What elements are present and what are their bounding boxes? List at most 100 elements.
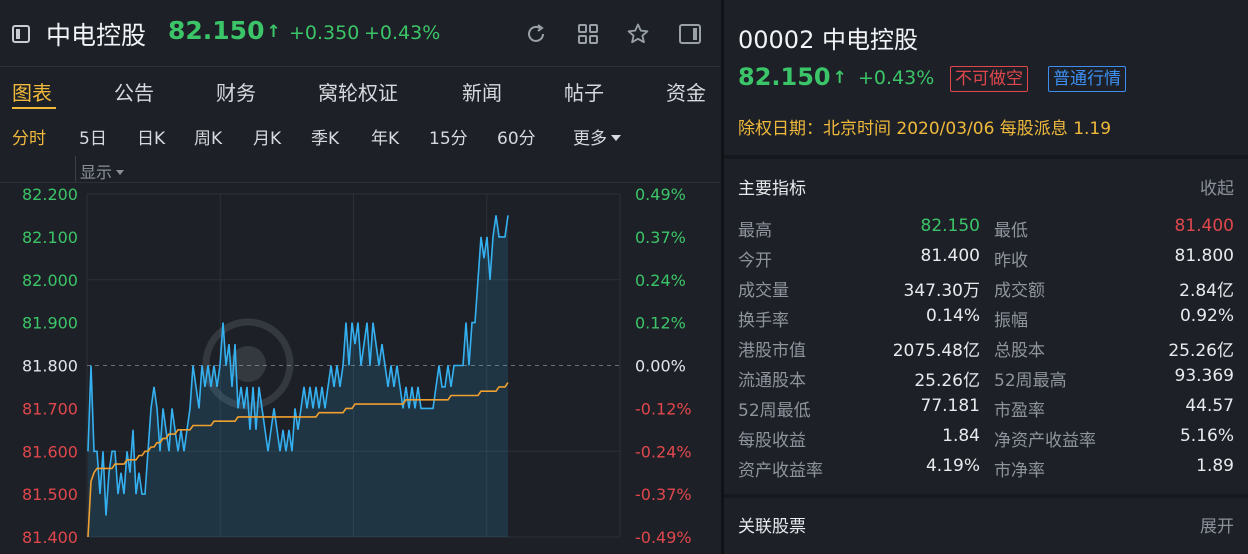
up-arrow-icon: ↑: [266, 22, 281, 42]
period-more-dropdown[interactable]: 更多: [573, 124, 621, 149]
metric-label: 52周最高: [994, 371, 1067, 391]
stock-code-name: 00002 中电控股: [738, 26, 918, 54]
period-intraday[interactable]: 分时: [12, 124, 46, 149]
section-tabs: 图表 公告 财务 窝轮权证 新闻 帖子 资金: [0, 66, 720, 114]
metric-label: 市净率: [994, 461, 1045, 481]
percent-tick-label: 0.00%: [635, 357, 686, 376]
quote-change-pct: +0.43%: [858, 67, 935, 89]
price-change-pct: +0.43%: [364, 22, 441, 44]
metric-label: 港股市值: [738, 341, 806, 361]
percent-tick-label: 0.49%: [635, 185, 686, 204]
metric-value: 1.84: [942, 426, 980, 446]
display-dropdown[interactable]: 显示: [80, 159, 125, 183]
metric-value: 4.19%: [925, 456, 980, 476]
percent-tick-label: -0.12%: [635, 399, 692, 418]
period-selector: 分时 5日 日K 周K 月K 季K 年K 15分 60分 更多: [0, 114, 720, 156]
metric-label: 振幅: [994, 311, 1028, 331]
tab-financials[interactable]: 财务: [216, 77, 256, 106]
metric-label: 成交量: [738, 281, 789, 301]
metric-value: 2.84亿: [1179, 281, 1234, 301]
tab-chart[interactable]: 图表: [12, 77, 52, 106]
price-tick-label: 82.200: [22, 185, 78, 204]
period-yearly[interactable]: 年K: [371, 124, 399, 149]
ex-dividend-notice: 除权日期：北京时间 2020/03/06 每股派息 1.19: [738, 119, 1112, 139]
price-tick-label: 81.800: [22, 357, 78, 376]
tab-warrants[interactable]: 窝轮权证: [318, 77, 398, 106]
metric-label: 流通股本: [738, 371, 806, 391]
up-arrow-icon: ↑: [832, 68, 847, 88]
period-daily[interactable]: 日K: [137, 124, 165, 149]
metric-label: 资产收益率: [738, 461, 823, 481]
period-15min[interactable]: 15分: [429, 124, 468, 149]
metric-value: 347.30万: [903, 281, 980, 301]
percent-tick-label: -0.49%: [635, 528, 692, 547]
percent-tick-label: -0.24%: [635, 442, 692, 461]
price-tick-label: 81.500: [22, 485, 78, 504]
metric-value: 77.181: [920, 396, 980, 416]
y-axis-price: 82.200 82.100 82.000 81.900 81.800 81.700 81.6…: [22, 185, 78, 547]
expand-button[interactable]: 展开: [1200, 512, 1234, 537]
metric-label: 成交额: [994, 281, 1045, 301]
price-tick-label: 81.700: [22, 399, 78, 418]
period-60min[interactable]: 60分: [497, 124, 536, 149]
display-options-row: 显示: [0, 156, 720, 183]
collapse-button[interactable]: 收起: [1200, 174, 1234, 199]
chevron-down-icon: [611, 135, 621, 141]
y-axis-percent: 0.49% 0.37% 0.24% 0.12% 0.00% -0.12% -0.24% -0.…: [635, 185, 692, 547]
percent-tick-label: 0.24%: [635, 271, 686, 290]
period-quarterly[interactable]: 季K: [311, 124, 339, 149]
active-tab-indicator: [12, 107, 56, 109]
price-tick-label: 82.100: [22, 228, 78, 247]
metric-value: 81.400: [1174, 216, 1234, 236]
metric-label: 今开: [738, 251, 772, 271]
period-monthly[interactable]: 月K: [253, 124, 281, 149]
metric-value: 93.369: [1174, 366, 1234, 386]
section-divider: [724, 494, 1248, 498]
refresh-icon[interactable]: [524, 22, 548, 46]
percent-tick-label: 0.37%: [635, 228, 686, 247]
tab-posts[interactable]: 帖子: [564, 77, 604, 106]
metric-value: 2075.48亿: [892, 341, 980, 361]
star-icon[interactable]: [626, 22, 650, 46]
price-change: +0.350: [289, 22, 360, 44]
metric-value: 0.14%: [925, 306, 980, 326]
tab-news[interactable]: 新闻: [462, 77, 502, 106]
price-tick-label: 81.900: [22, 314, 78, 333]
sidebar-toggle-icon[interactable]: [678, 22, 702, 46]
price-area-fill: [88, 215, 508, 537]
period-weekly[interactable]: 周K: [194, 124, 222, 149]
metric-value: 44.57: [1185, 396, 1234, 416]
percent-tick-label: 0.12%: [635, 314, 686, 333]
quote-level-badge[interactable]: 普通行情: [1048, 66, 1126, 92]
chart-panel: 中电控股 82.150 ↑ +0.350 +0.43% 图表 公告 财务 窝轮权证…: [0, 0, 720, 554]
chevron-down-icon: [116, 170, 125, 175]
indicators-title: 主要指标: [738, 179, 806, 199]
metric-value: 5.16%: [1179, 426, 1234, 446]
metric-value: 25.26亿: [1168, 341, 1234, 361]
metric-label: 52周最低: [738, 401, 811, 421]
metric-value: 1.89: [1196, 456, 1234, 476]
quote-price: 82.150 ↑: [738, 63, 847, 91]
panel-toggle-icon[interactable]: [12, 25, 30, 43]
stock-price: 82.150 ↑: [168, 16, 281, 45]
divider: [75, 156, 76, 182]
tab-capital[interactable]: 资金: [666, 77, 706, 106]
metric-label: 总股本: [994, 341, 1045, 361]
metric-label: 每股收益: [738, 431, 806, 451]
period-5d[interactable]: 5日: [79, 124, 107, 149]
metric-value: 25.26亿: [914, 371, 980, 391]
price-tick-label: 81.400: [22, 528, 78, 547]
intraday-chart[interactable]: 82.200 82.100 82.000 81.900 81.800 81.700 81.6…: [0, 182, 720, 554]
metric-label: 市盈率: [994, 401, 1045, 421]
related-stocks-title: 关联股票: [738, 517, 806, 537]
metric-value: 0.92%: [1179, 306, 1234, 326]
section-divider: [724, 155, 1248, 159]
metric-label: 换手率: [738, 311, 789, 331]
quote-panel: 00002 中电控股 82.150 ↑ +0.43% 不可做空 普通行情 除权日期…: [724, 0, 1248, 554]
metric-label: 昨收: [994, 251, 1028, 271]
metric-label: 最高: [738, 221, 772, 241]
no-short-badge: 不可做空: [950, 66, 1028, 92]
grid-icon[interactable]: [576, 22, 600, 46]
tab-announcements[interactable]: 公告: [114, 77, 154, 106]
metric-value: 82.150: [920, 216, 980, 236]
